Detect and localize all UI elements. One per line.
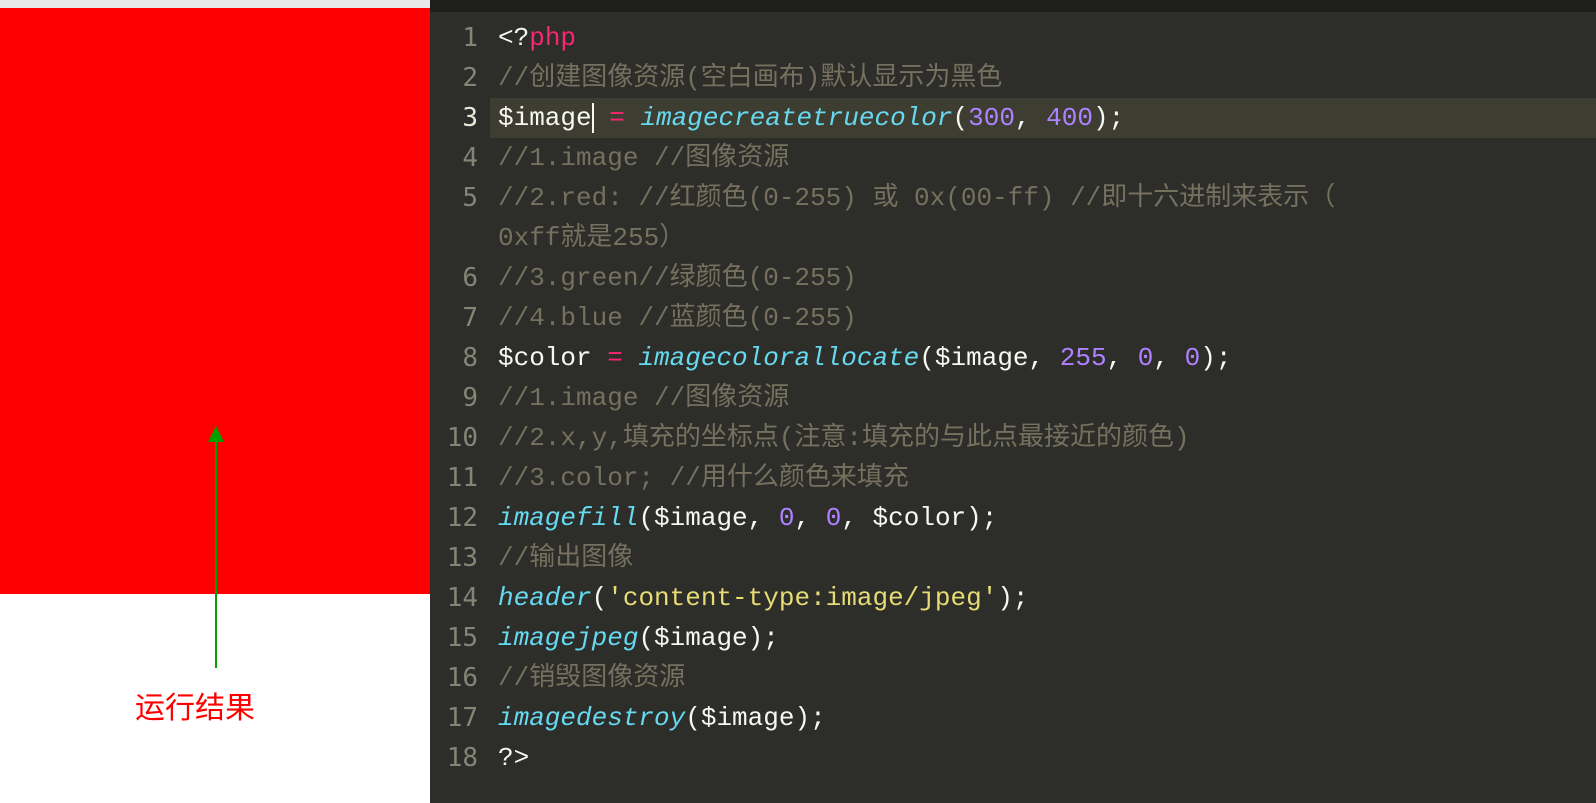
line-num: 12 xyxy=(430,498,478,538)
code-line-4[interactable]: //1.image //图像资源 xyxy=(498,138,1596,178)
line-num: 10 xyxy=(430,418,478,458)
editor-tab-bar[interactable] xyxy=(430,0,1596,12)
code-line-8[interactable]: $color = imagecolorallocate($image, 255,… xyxy=(498,338,1596,378)
line-num: 5 xyxy=(430,178,478,218)
code-line-14[interactable]: header('content-type:image/jpeg'); xyxy=(498,578,1596,618)
code-line-2[interactable]: //创建图像资源(空白画布)默认显示为黑色 xyxy=(498,58,1596,98)
browser-output-panel: 运行结果 xyxy=(0,0,430,803)
code-line-15[interactable]: imagejpeg($image); xyxy=(498,618,1596,658)
line-num-wrap xyxy=(430,218,478,258)
code-line-5b-wrap[interactable]: 0xff就是255） xyxy=(498,218,1596,258)
line-num: 11 xyxy=(430,458,478,498)
code-line-11[interactable]: //3.color; //用什么颜色来填充 xyxy=(498,458,1596,498)
code-line-12[interactable]: imagefill($image, 0, 0, $color); xyxy=(498,498,1596,538)
code-line-16[interactable]: //销毁图像资源 xyxy=(498,658,1596,698)
line-num: 16 xyxy=(430,658,478,698)
line-num-active: 3 xyxy=(430,98,478,138)
line-num: 15 xyxy=(430,618,478,658)
line-num: 2 xyxy=(430,58,478,98)
line-num: 14 xyxy=(430,578,478,618)
line-num: 18 xyxy=(430,738,478,778)
code-line-7[interactable]: //4.blue //蓝颜色(0-255) xyxy=(498,298,1596,338)
code-editor-panel[interactable]: 1 2 3 4 5 6 7 8 9 10 11 12 13 14 15 16 1… xyxy=(430,0,1596,803)
line-number-gutter: 1 2 3 4 5 6 7 8 9 10 11 12 13 14 15 16 1… xyxy=(430,0,490,803)
line-num: 17 xyxy=(430,698,478,738)
code-line-1[interactable]: <?php xyxy=(498,18,1596,58)
line-num: 13 xyxy=(430,538,478,578)
line-num: 7 xyxy=(430,298,478,338)
line-num: 4 xyxy=(430,138,478,178)
code-line-10[interactable]: //2.x,y,填充的坐标点(注意:填充的与此点最接近的颜色) xyxy=(498,418,1596,458)
line-num: 9 xyxy=(430,378,478,418)
line-num: 1 xyxy=(430,18,478,58)
code-line-18[interactable]: ?> xyxy=(498,738,1596,778)
code-content[interactable]: <?php //创建图像资源(空白画布)默认显示为黑色 $image = ima… xyxy=(490,0,1596,803)
result-label: 运行结果 xyxy=(135,683,255,727)
code-line-3-active[interactable]: $image = imagecreatetruecolor(300, 400); xyxy=(490,98,1596,138)
line-num: 6 xyxy=(430,258,478,298)
code-line-13[interactable]: //输出图像 xyxy=(498,538,1596,578)
annotation-arrow xyxy=(215,428,217,668)
code-line-5a[interactable]: //2.red: //红颜色(0-255) 或 0x(00-ff) //即十六进… xyxy=(498,178,1596,218)
code-line-17[interactable]: imagedestroy($image); xyxy=(498,698,1596,738)
line-num: 8 xyxy=(430,338,478,378)
code-line-9[interactable]: //1.image //图像资源 xyxy=(498,378,1596,418)
code-line-6[interactable]: //3.green//绿颜色(0-255) xyxy=(498,258,1596,298)
